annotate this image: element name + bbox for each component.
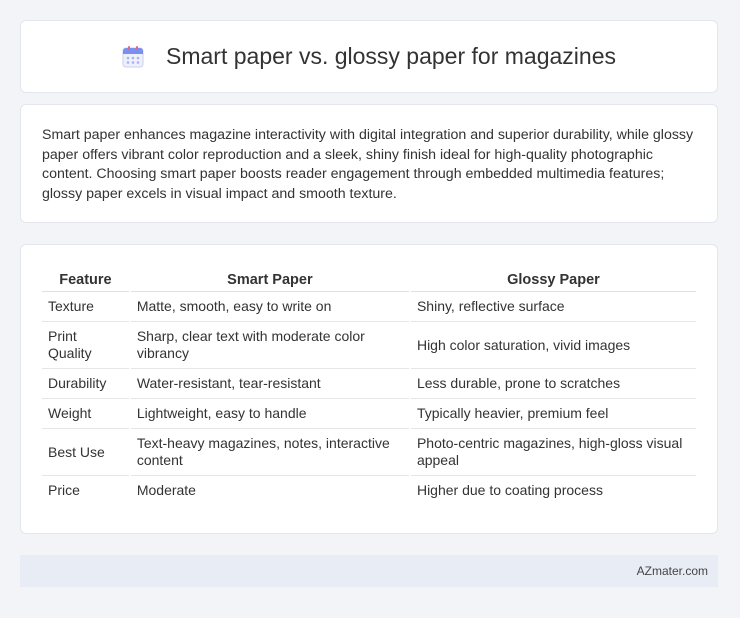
table-row: Price Moderate Higher due to coating pro… (42, 476, 696, 505)
description-card: Smart paper enhances magazine interactiv… (20, 104, 718, 223)
table-row: Durability Water-resistant, tear-resista… (42, 369, 696, 399)
title-card: Smart paper vs. glossy paper for magazin… (20, 20, 718, 93)
smart-paper-cell: Water-resistant, tear-resistant (130, 369, 409, 399)
glossy-paper-cell: Higher due to coating process (416, 482, 603, 498)
smart-paper-cell: Matte, smooth, easy to write on (130, 292, 409, 322)
glossy-paper-cell: Typically heavier, premium feel (410, 399, 696, 429)
header-feature: Feature (42, 265, 129, 292)
header-smart-paper: Smart Paper (130, 265, 409, 292)
feature-cell: Price (48, 482, 80, 498)
glossy-paper-cell: Shiny, reflective surface (410, 292, 696, 322)
comparison-table-card: Feature Smart Paper Glossy Paper Texture… (20, 244, 718, 534)
header-glossy-paper: Glossy Paper (410, 265, 696, 292)
table-row: Weight Lightweight, easy to handle Typic… (42, 399, 696, 429)
feature-cell: Print Quality (42, 322, 129, 369)
feature-cell: Weight (42, 399, 129, 429)
comparison-table: Feature Smart Paper Glossy Paper Texture… (40, 265, 698, 505)
glossy-paper-cell: Less durable, prone to scratches (410, 369, 696, 399)
glossy-paper-cell: High color saturation, vivid images (410, 322, 696, 369)
title-wrap: Smart paper vs. glossy paper for magazin… (122, 43, 616, 70)
feature-cell: Best Use (42, 429, 129, 476)
smart-paper-cell: Sharp, clear text with moderate color vi… (130, 322, 409, 369)
smart-paper-cell: Text-heavy magazines, notes, interactive… (130, 429, 409, 476)
table-row: Best Use Text-heavy magazines, notes, in… (42, 429, 696, 476)
table-header-row: Feature Smart Paper Glossy Paper (42, 265, 696, 292)
glossy-paper-cell: Photo-centric magazines, high-gloss visu… (410, 429, 696, 476)
footer-site-link[interactable]: AZmater.com (637, 564, 708, 578)
table-row: Print Quality Sharp, clear text with mod… (42, 322, 696, 369)
feature-cell: Texture (42, 292, 129, 322)
page-title: Smart paper vs. glossy paper for magazin… (166, 43, 616, 69)
description-text: Smart paper enhances magazine interactiv… (42, 127, 694, 202)
feature-cell: Durability (42, 369, 129, 399)
smart-paper-cell: Moderate (136, 482, 196, 498)
footer-bar: AZmater.com (20, 555, 718, 587)
calendar-icon (122, 45, 144, 68)
smart-paper-cell: Lightweight, easy to handle (130, 399, 409, 429)
table-row: Texture Matte, smooth, easy to write on … (42, 292, 696, 322)
